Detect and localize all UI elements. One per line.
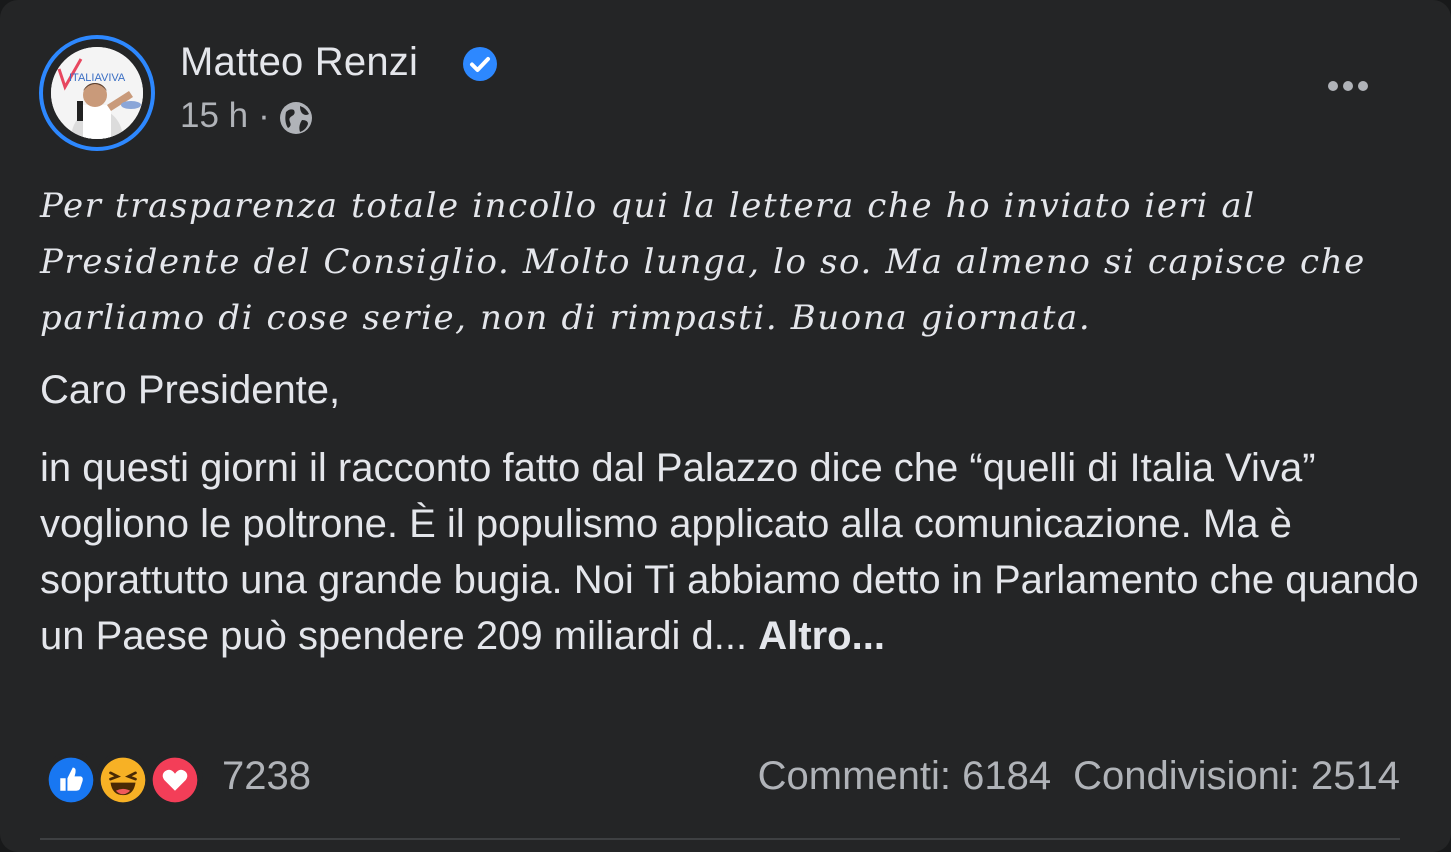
post-meta: 15 h · <box>180 96 314 136</box>
globe-icon[interactable] <box>278 100 314 136</box>
comments-count[interactable]: Commenti: 6184 <box>758 754 1051 799</box>
post-body-excerpt: in questi giorni il racconto fatto dal P… <box>40 446 1419 658</box>
author-name[interactable]: Matteo Renzi <box>180 40 418 85</box>
haha-reaction-icon <box>95 752 151 808</box>
post-body-text: in questi giorni il racconto fatto dal P… <box>40 440 1420 664</box>
like-reaction-icon <box>43 752 99 808</box>
post-card: ITALIAVIVA Matteo Renzi 15 h · Per trasp… <box>0 0 1451 852</box>
profile-avatar[interactable]: ITALIAVIVA <box>39 35 155 151</box>
divider <box>40 838 1400 840</box>
avatar-logo-text: ITALIAVIVA <box>69 72 126 84</box>
post-intro-text: Per trasparenza totale incollo qui la le… <box>40 186 1366 338</box>
meta-separator: · <box>258 96 270 135</box>
post-greeting: Caro Presidente, <box>40 368 341 412</box>
post-timestamp[interactable]: 15 h <box>180 96 248 136</box>
reaction-count[interactable]: 7238 <box>222 754 311 799</box>
post-stats: Commenti: 6184 Condivisioni: 2514 <box>758 754 1400 799</box>
more-dot <box>1358 81 1368 91</box>
shares-count[interactable]: Condivisioni: 2514 <box>1073 754 1400 799</box>
love-reaction-icon <box>147 752 203 808</box>
more-dot <box>1343 81 1353 91</box>
more-dot <box>1328 81 1338 91</box>
avatar-image: ITALIAVIVA <box>51 47 143 139</box>
verified-badge-icon <box>463 47 497 81</box>
more-options-button[interactable] <box>1316 68 1380 104</box>
see-more-link[interactable]: Altro... <box>758 614 885 658</box>
